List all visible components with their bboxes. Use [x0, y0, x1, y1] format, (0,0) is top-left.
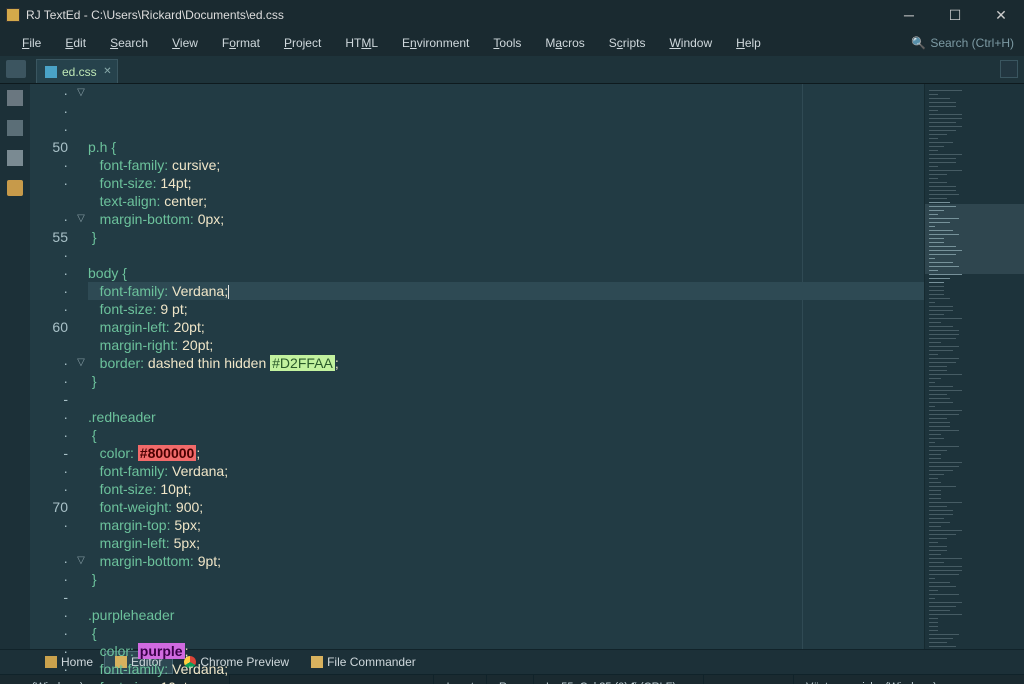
search-icon: 🔍: [911, 36, 926, 50]
title-bar: RJ TextEd - C:\Users\Rickard\Documents\e…: [0, 0, 1024, 30]
menu-project[interactable]: Project: [272, 30, 333, 56]
code-line[interactable]: font-family: cursive;: [88, 156, 924, 174]
minimize-button[interactable]: ─: [886, 0, 932, 30]
minimap-viewport[interactable]: [925, 204, 1024, 274]
menu-edit[interactable]: Edit: [53, 30, 98, 56]
code-line[interactable]: font-size: 10pt;: [88, 480, 924, 498]
file-icon: [45, 66, 57, 78]
code-line[interactable]: }: [88, 228, 924, 246]
code-line[interactable]: }: [88, 570, 924, 588]
code-line[interactable]: font-size: 9 pt;: [88, 300, 924, 318]
panel-icon-2[interactable]: [7, 120, 23, 136]
menu-environment[interactable]: Environment: [390, 30, 481, 56]
close-button[interactable]: ✕: [978, 0, 1024, 30]
close-icon[interactable]: ✕: [103, 66, 111, 77]
panel-icon-4[interactable]: [7, 180, 23, 196]
code-line[interactable]: [88, 588, 924, 606]
menu-window[interactable]: Window: [657, 30, 724, 56]
menu-search[interactable]: Search: [98, 30, 160, 56]
code-line[interactable]: font-family: Verdana;: [88, 462, 924, 480]
code-line[interactable]: color: #800000;: [88, 444, 924, 462]
code-line[interactable]: font-family: Verdana;: [88, 660, 924, 678]
menu-search-box[interactable]: 🔍 Search (Ctrl+H): [911, 36, 1014, 50]
code-line[interactable]: color: purple;: [88, 642, 924, 660]
code-line[interactable]: margin-top: 5px;: [88, 516, 924, 534]
window-title: RJ TextEd - C:\Users\Rickard\Documents\e…: [26, 8, 284, 22]
line-number-gutter: ···50···55····60··-··-··70···-····: [30, 84, 74, 649]
tab-bar: ed.css ✕: [0, 56, 1024, 84]
code-line[interactable]: [88, 390, 924, 408]
code-area[interactable]: p.h { font-family: cursive; font-size: 1…: [88, 84, 924, 649]
menu-macros[interactable]: Macros: [533, 30, 596, 56]
code-line[interactable]: font-weight: 900;: [88, 498, 924, 516]
panel-icon-1[interactable]: [7, 90, 23, 106]
fold-gutter[interactable]: ▽▽▽▽: [74, 84, 88, 649]
code-line[interactable]: font-size: 14pt;: [88, 174, 924, 192]
app-icon: [6, 8, 20, 22]
panel-icon-3[interactable]: [7, 150, 23, 166]
code-line[interactable]: font-size: 10pt;: [88, 678, 924, 684]
tab-left-icon[interactable]: [6, 60, 26, 78]
code-line[interactable]: {: [88, 624, 924, 642]
tab-label: ed.css: [62, 65, 97, 79]
editor[interactable]: ···50···55····60··-··-··70···-···· ▽▽▽▽ …: [30, 84, 1024, 649]
menu-format[interactable]: Format: [210, 30, 272, 56]
maximize-button[interactable]: ☐: [932, 0, 978, 30]
code-line[interactable]: }: [88, 372, 924, 390]
code-line[interactable]: {: [88, 426, 924, 444]
menu-tools[interactable]: Tools: [481, 30, 533, 56]
menu-scripts[interactable]: Scripts: [597, 30, 658, 56]
menu-view[interactable]: View: [160, 30, 210, 56]
code-line[interactable]: margin-bottom: 0px;: [88, 210, 924, 228]
code-line[interactable]: body {: [88, 264, 924, 282]
code-line[interactable]: p.h {: [88, 138, 924, 156]
main-area: ···50···55····60··-··-··70···-···· ▽▽▽▽ …: [0, 84, 1024, 649]
minimap[interactable]: ▬▬▬▬▬▬▬▬▬▬▬▬▬▬▬▬▬▬▬▬▬▬▬▬▬▬▬▬▬▬▬▬▬▬▬▬▬▬▬▬…: [924, 84, 1024, 649]
code-line[interactable]: .purpleheader: [88, 606, 924, 624]
tab-overflow-button[interactable]: [1000, 60, 1018, 78]
menu-help[interactable]: Help: [724, 30, 773, 56]
code-line[interactable]: margin-left: 5px;: [88, 534, 924, 552]
code-line[interactable]: [88, 246, 924, 264]
code-line[interactable]: margin-left: 20pt;: [88, 318, 924, 336]
code-line[interactable]: margin-right: 20pt;: [88, 336, 924, 354]
code-line[interactable]: .redheader: [88, 408, 924, 426]
code-line[interactable]: margin-bottom: 9pt;: [88, 552, 924, 570]
menu-file[interactable]: File: [10, 30, 53, 56]
menu-html[interactable]: HTML: [333, 30, 390, 56]
code-line[interactable]: font-family: Verdana;: [88, 282, 924, 300]
side-toolbar: [0, 84, 30, 649]
code-line[interactable]: text-align: center;: [88, 192, 924, 210]
tab-edcss[interactable]: ed.css ✕: [36, 59, 118, 83]
menu-bar: File Edit Search View Format Project HTM…: [0, 30, 1024, 56]
search-placeholder: Search (Ctrl+H): [930, 36, 1014, 50]
code-line[interactable]: border: dashed thin hidden #D2FFAA;: [88, 354, 924, 372]
